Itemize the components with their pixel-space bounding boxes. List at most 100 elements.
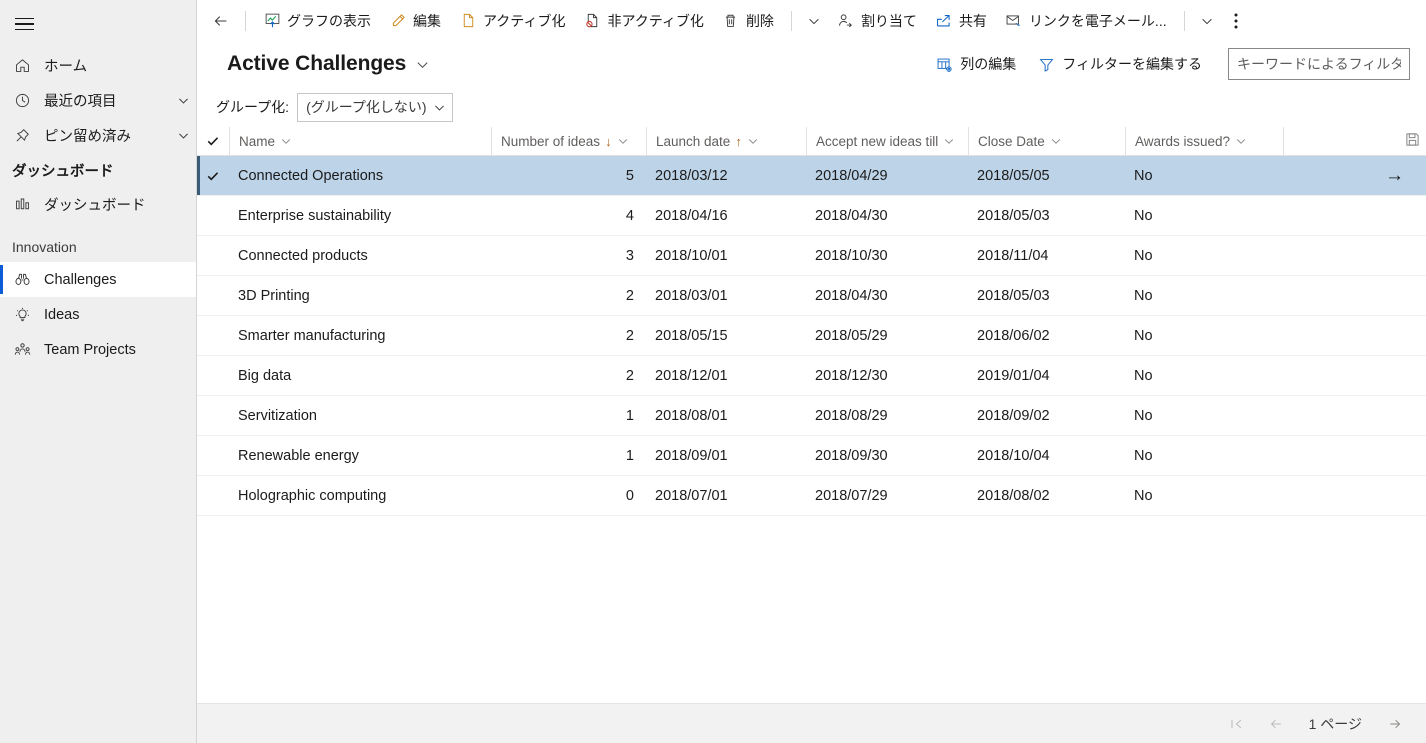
show-chart-button[interactable]: グラフの表示 (254, 3, 380, 39)
more-commands-icon[interactable] (1221, 3, 1251, 39)
sidebar-item-challenges[interactable]: Challenges (0, 262, 196, 297)
cell-spacer (1283, 476, 1426, 515)
table-row[interactable]: Smarter manufacturing 2 2018/05/15 2018/05/… (197, 316, 1426, 356)
email-link-button[interactable]: リンクを電子メール... (996, 3, 1176, 39)
home-icon (12, 56, 32, 76)
command-bar-divider (790, 10, 792, 31)
save-icon[interactable] (1405, 132, 1420, 147)
cell-number-of-ideas: 2 (625, 327, 634, 344)
cell-name: Renewable energy (238, 447, 359, 464)
chevron-down-icon[interactable] (280, 135, 292, 147)
select-all-checkbox[interactable] (197, 134, 229, 148)
sidebar-item-home[interactable]: ホーム (0, 48, 196, 83)
deactivate-doc-icon (583, 12, 601, 30)
chevron-down-icon[interactable] (415, 57, 430, 72)
cell-launch-date: 2018/08/01 (655, 407, 728, 424)
cell-name: Big data (238, 367, 292, 384)
hamburger-line (14, 28, 34, 31)
app-root: ホーム 最近の項目 ピン留め済み ダッシュボード ダッシュボード Innovat… (0, 0, 1426, 743)
deactivate-button[interactable]: 非アクティブ化 (574, 3, 712, 39)
delete-button[interactable]: 削除 (713, 3, 783, 39)
page-next-icon[interactable] (1378, 710, 1412, 738)
columns-icon (936, 56, 953, 73)
page-prev-icon[interactable] (1259, 710, 1293, 738)
column-header-accept-new-ideas-till[interactable]: Accept new ideas till (806, 127, 968, 156)
chevron-down-icon-2[interactable] (1193, 3, 1221, 39)
cell-close-date: 2018/11/04 (977, 247, 1049, 264)
edit-columns-button[interactable]: 列の編集 (928, 48, 1024, 80)
column-header-label: Name (239, 133, 276, 149)
sidebar-item-label: ダッシュボード (44, 198, 146, 214)
cell-awards-issued: No (1134, 247, 1153, 264)
cell-launch-date: 2018/10/01 (655, 247, 728, 264)
open-record-arrow-icon[interactable]: → (1385, 165, 1404, 187)
column-header-launch-date[interactable]: Launch date ↑ (646, 127, 806, 156)
chevron-down-icon[interactable] (1235, 135, 1247, 147)
assign-person-icon (837, 12, 855, 30)
cell-accept-new-ideas-till: 2018/10/30 (815, 247, 888, 264)
binoculars-icon (12, 270, 32, 290)
cell-accept-new-ideas-till: 2018/04/30 (815, 207, 888, 224)
chevron-down-icon[interactable] (943, 135, 955, 147)
sidebar-item-label: Team Projects (44, 341, 136, 358)
back-button[interactable] (205, 5, 237, 37)
chevron-down-icon[interactable] (170, 129, 196, 142)
grid-footer: 1 ページ (197, 703, 1426, 743)
activate-button[interactable]: アクティブ化 (450, 3, 574, 39)
cell-close-date: 2018/05/03 (977, 287, 1050, 304)
chevron-down-icon[interactable] (800, 3, 828, 39)
cell-accept-new-ideas-till: 2018/08/29 (815, 407, 888, 424)
column-header-label: Close Date (978, 133, 1045, 149)
cell-name: Connected Operations (238, 167, 384, 184)
cell-accept-new-ideas-till: 2018/07/29 (815, 487, 888, 504)
table-row[interactable]: Big data 2 2018/12/01 2018/12/30 2019/01/04 N… (197, 356, 1426, 396)
keyword-filter-box[interactable] (1228, 48, 1410, 80)
table-row[interactable]: Enterprise sustainability 4 2018/04/16 2018… (197, 196, 1426, 236)
sidebar-item-dashboard[interactable]: ダッシュボード (0, 187, 196, 222)
share-button[interactable]: 共有 (926, 3, 996, 39)
search-input[interactable] (1235, 55, 1403, 73)
table-row[interactable]: Holographic computing 0 2018/07/01 2018/07/… (197, 476, 1426, 516)
sidebar-item-label: ホーム (44, 59, 88, 75)
column-header-close-date[interactable]: Close Date (968, 127, 1125, 156)
cell-name: Holographic computing (238, 487, 387, 504)
table-row[interactable]: Servitization 1 2018/08/01 2018/08/29 2018/0… (197, 396, 1426, 436)
column-header-awards-issued[interactable]: Awards issued? (1125, 127, 1283, 156)
table-row[interactable]: Renewable energy 1 2018/09/01 2018/09/30 201… (197, 436, 1426, 476)
funnel-icon (1038, 56, 1055, 73)
assign-button[interactable]: 割り当て (828, 3, 926, 39)
sidebar-item-ideas[interactable]: Ideas (0, 297, 196, 332)
column-header-label: Launch date (656, 133, 731, 149)
hamburger-menu-button[interactable] (0, 0, 48, 48)
command-bar-divider (245, 10, 246, 31)
sidebar-group-title: ダッシュボード (12, 163, 114, 180)
column-header-number-of-ideas[interactable]: Number of ideas ↓ (491, 127, 646, 156)
cell-accept-new-ideas-till: 2018/12/30 (815, 367, 888, 384)
table-row[interactable]: 3D Printing 2 2018/03/01 2018/04/30 2018/05/… (197, 276, 1426, 316)
table-row[interactable]: Connected products 3 2018/10/01 2018/10/30 2… (197, 236, 1426, 276)
chevron-down-icon[interactable] (170, 94, 196, 107)
sidebar-item-pinned[interactable]: ピン留め済み (0, 118, 196, 153)
cell-name: Connected products (238, 247, 368, 264)
cell-spacer (1283, 276, 1426, 315)
group-by-value: (グループ化しない) (306, 99, 427, 115)
column-header-name[interactable]: Name (229, 127, 491, 156)
chevron-down-icon[interactable] (1050, 135, 1062, 147)
cell-number-of-ideas: 5 (625, 167, 634, 184)
command-label: リンクを電子メール... (1028, 12, 1167, 29)
edit-button[interactable]: 編集 (380, 3, 450, 39)
sidebar-item-recent[interactable]: 最近の項目 (0, 83, 196, 118)
group-by-label: グループ化: (216, 99, 290, 115)
command-label: 非アクティブ化 (607, 12, 704, 29)
table-row[interactable]: Connected Operations 5 2018/03/12 2018/04/2… (197, 156, 1426, 196)
group-by-select[interactable]: (グループ化しない) (297, 92, 454, 122)
chevron-down-icon[interactable] (747, 135, 759, 147)
grid-body: Connected Operations 5 2018/03/12 2018/04/2… (197, 156, 1426, 516)
edit-filters-button[interactable]: フィルターを編集する (1030, 48, 1210, 80)
grid-header-row: Name Number of ideas ↓ Launch date ↑ Acc… (197, 127, 1426, 156)
sidebar: ホーム 最近の項目 ピン留め済み ダッシュボード ダッシュボード Innovat… (0, 0, 197, 743)
chevron-down-icon[interactable] (617, 135, 629, 147)
sidebar-item-team-projects[interactable]: Team Projects (0, 332, 196, 367)
row-checkbox[interactable] (197, 169, 229, 183)
page-first-icon[interactable] (1219, 710, 1253, 738)
